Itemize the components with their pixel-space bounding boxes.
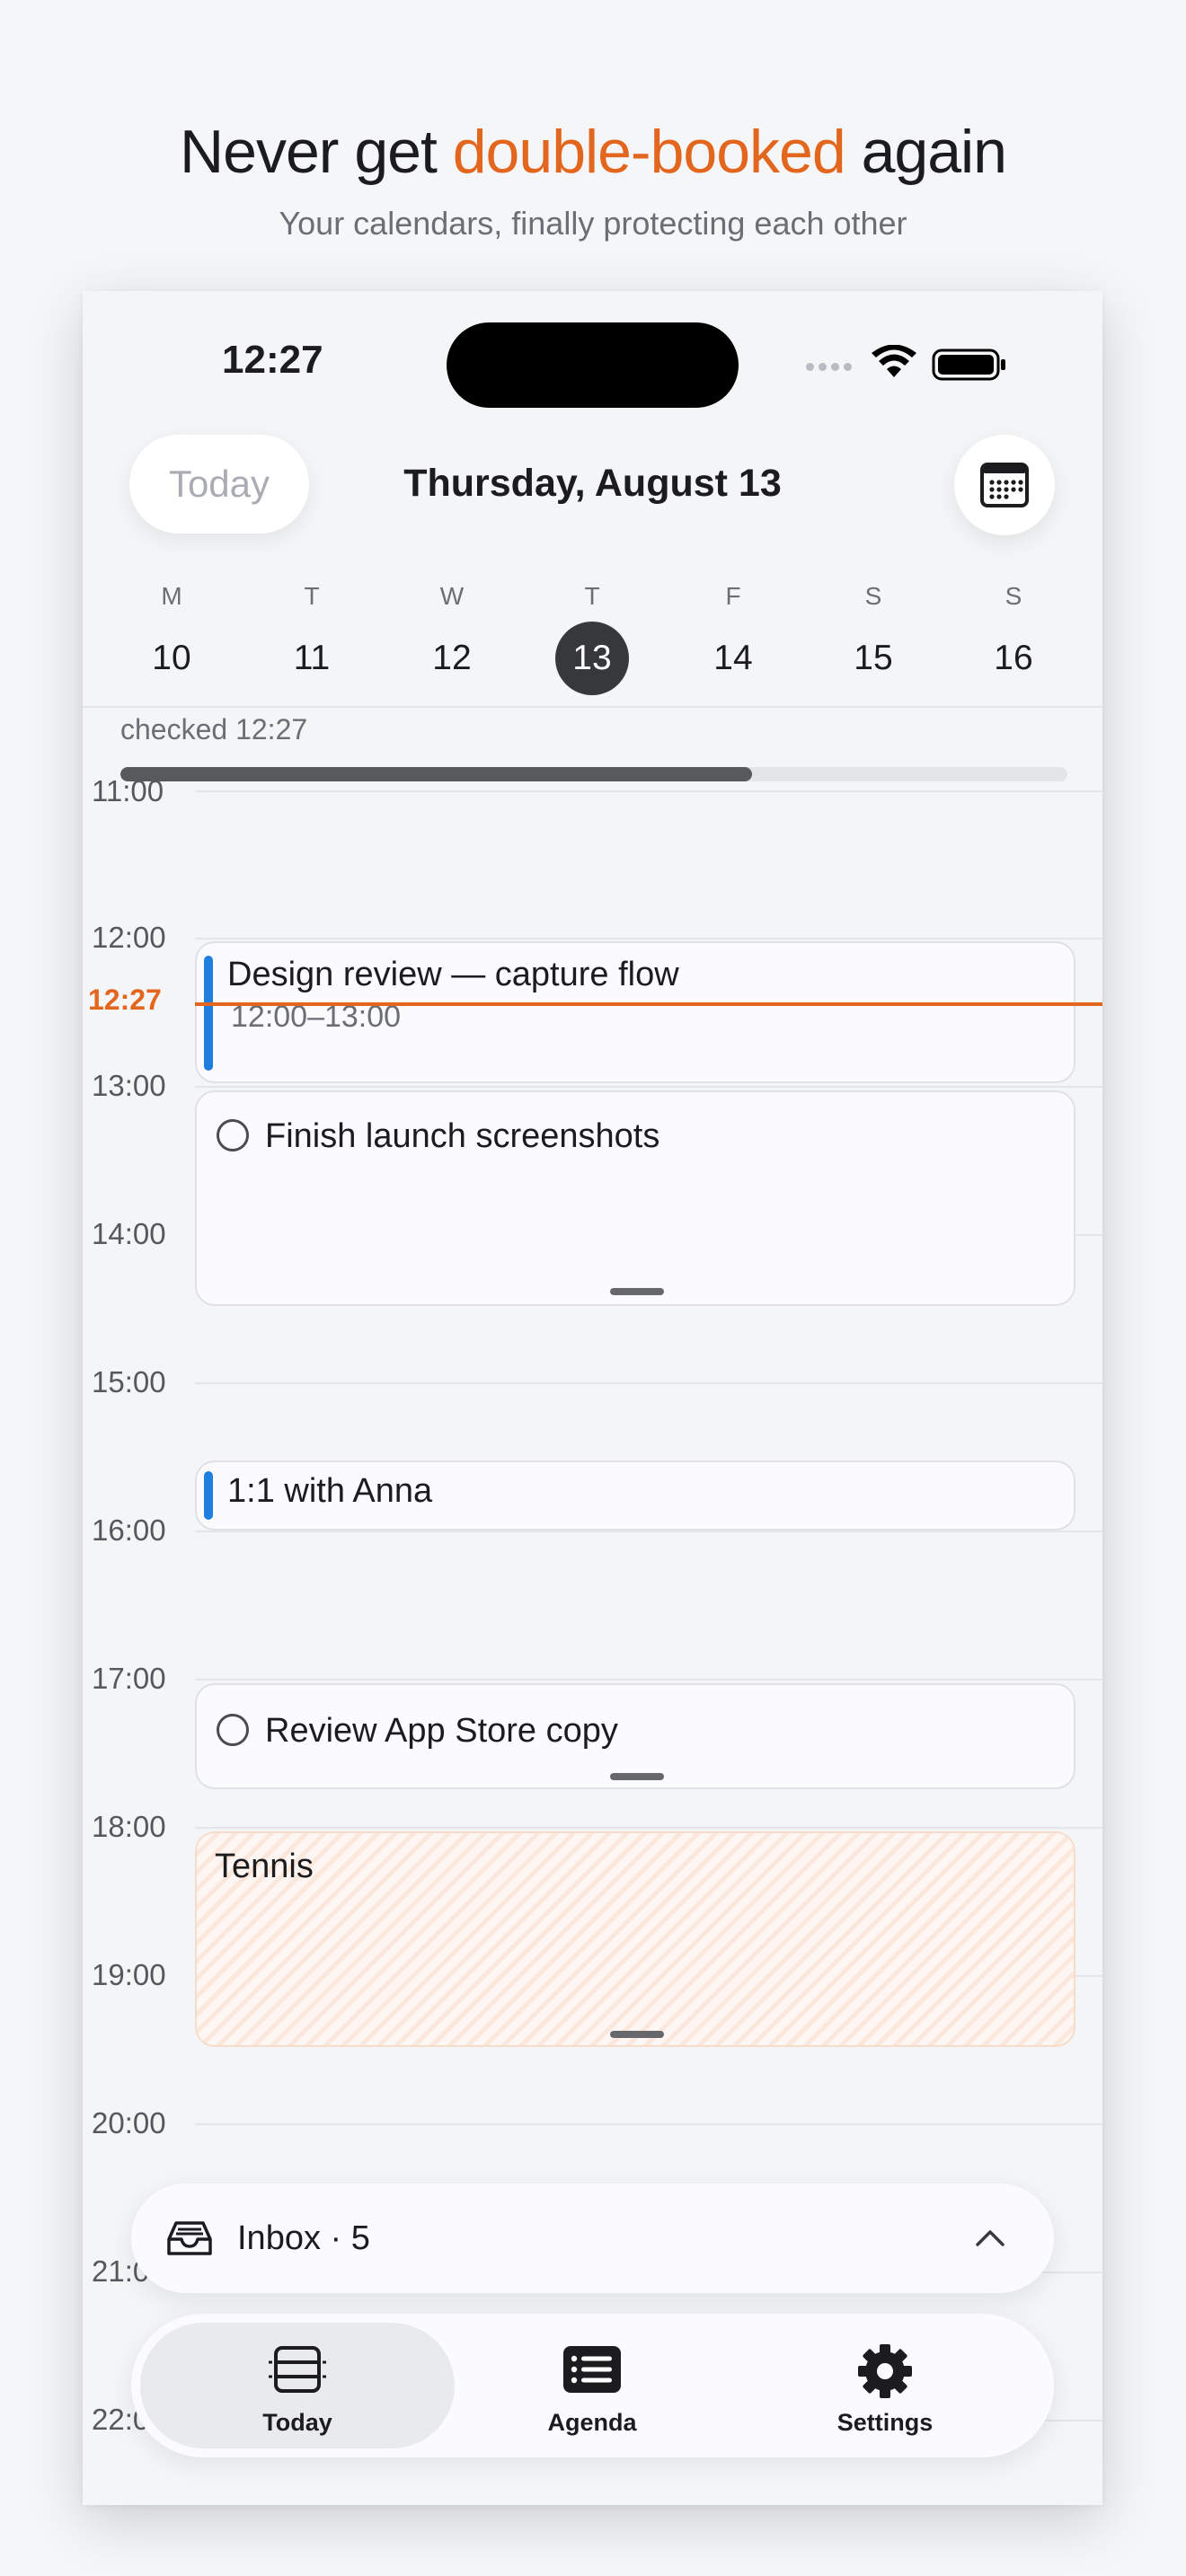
hour-label: 17:00: [92, 1662, 166, 1695]
hour-line: [195, 1827, 1102, 1829]
sync-progress-fill: [120, 767, 753, 781]
hour-line: [195, 938, 1102, 940]
calendar-picker-button[interactable]: [954, 435, 1055, 535]
day-column[interactable]: T 11: [258, 577, 366, 695]
resize-handle[interactable]: [610, 2031, 664, 2038]
inbox-tray-icon: [167, 2221, 212, 2255]
hour-label: 16:00: [92, 1513, 166, 1547]
day-number: 10: [152, 639, 191, 677]
day-number: 11: [293, 639, 331, 677]
day-letter: S: [864, 582, 882, 610]
resize-handle[interactable]: [610, 1288, 664, 1295]
inbox-label: Inbox · 5: [237, 2219, 370, 2257]
day-letter: M: [161, 582, 182, 610]
day-number: 12: [432, 639, 472, 677]
hour-line: [195, 790, 1102, 792]
current-time-label: 12:27: [88, 984, 162, 1016]
day-number: 14: [713, 639, 753, 677]
hour-line: [195, 1531, 1102, 1532]
day-column[interactable]: F 14: [679, 577, 787, 695]
day-number: 13: [555, 622, 629, 695]
marketing-subheadline: Your calendars, finally protecting each …: [279, 205, 907, 242]
event-card-calendar[interactable]: Design review — capture flow 12:00–13:00: [195, 941, 1075, 1083]
event-card-calendar[interactable]: 1:1 with Anna: [195, 1460, 1075, 1531]
chevron-up-icon[interactable]: [974, 2227, 1006, 2248]
sync-status-label: checked 12:27: [120, 713, 308, 745]
status-indicators: [806, 345, 1102, 381]
day-column[interactable]: S 16: [960, 577, 1067, 695]
wifi-icon: [872, 345, 916, 377]
signal-dots-icon: [806, 359, 856, 375]
day-number: 16: [994, 639, 1033, 677]
task-title: Review App Store copy: [265, 1712, 618, 1750]
dynamic-island: [447, 322, 739, 408]
hour-line: [195, 1086, 1102, 1088]
tab-today[interactable]: Today: [140, 2323, 455, 2448]
tab-agenda[interactable]: Agenda: [435, 2323, 749, 2448]
resize-handle[interactable]: [610, 1773, 664, 1780]
status-time: 12:27: [222, 338, 323, 382]
day-letter: W: [439, 582, 465, 610]
event-title: 1:1 with Anna: [227, 1472, 433, 1510]
today-list-icon: [269, 2346, 326, 2393]
task-checkbox-circle-icon[interactable]: [217, 1119, 249, 1151]
inbox-drawer[interactable]: Inbox · 5: [131, 2183, 1054, 2293]
today-button[interactable]: Today: [129, 435, 309, 534]
week-strip: M 10 T 11 W 12 T 13 F 14 S 15 S 16: [83, 577, 1102, 702]
day-column[interactable]: S 15: [819, 577, 927, 695]
date-title: Thursday, August 13: [403, 462, 782, 505]
calendar-color-bar: [204, 956, 213, 1071]
tab-settings[interactable]: Settings: [728, 2323, 1042, 2448]
hour-label: 20:00: [92, 2106, 166, 2139]
phone-screen: 12:27 Today Thursday, August 13 M10 T 11…: [83, 291, 1102, 2505]
event-card-task[interactable]: Review App Store copy: [195, 1683, 1075, 1789]
hour-line: [195, 1382, 1102, 1384]
day-letter: F: [725, 582, 741, 610]
hour-line: [195, 1679, 1102, 1681]
hour-label: 15:00: [92, 1365, 166, 1398]
event-card-busy-block[interactable]: Tennis: [195, 1831, 1075, 2047]
day-column[interactable]: W 12: [398, 577, 506, 695]
headline-post: again: [845, 118, 1007, 186]
hour-label: 14:00: [92, 1217, 166, 1250]
calendar-grid-icon: [980, 463, 1029, 507]
tab-bar: Today Agenda Settings: [131, 2314, 1054, 2457]
tab-label: Agenda: [547, 2409, 637, 2436]
current-time-line: [195, 1002, 1102, 1006]
marketing-headline: Never get double-booked again: [0, 117, 1186, 187]
day-letter: T: [584, 582, 600, 610]
battery-icon: [932, 348, 1005, 381]
day-letter: T: [304, 582, 320, 610]
task-title: Finish launch screenshots: [265, 1117, 660, 1155]
calendar-color-bar: [204, 1471, 213, 1520]
event-card-task[interactable]: Finish launch screenshots: [195, 1090, 1075, 1306]
task-checkbox-circle-icon[interactable]: [217, 1714, 249, 1746]
headline-pre: Never get: [180, 118, 453, 186]
hour-label: 12:00: [92, 921, 166, 954]
headline-accent: double-booked: [452, 118, 846, 186]
hour-label: 19:00: [92, 1958, 166, 1991]
week-divider: [83, 706, 1102, 708]
agenda-list-icon: [563, 2346, 621, 2393]
hour-line: [195, 2123, 1102, 2125]
sync-progress-bar: [120, 767, 1067, 781]
tab-label: Today: [262, 2409, 332, 2436]
tab-label: Settings: [836, 2409, 934, 2436]
hour-label: 18:00: [92, 1810, 166, 1843]
gear-icon: [858, 2344, 912, 2398]
event-title: Design review — capture flow: [227, 956, 679, 993]
hour-label: 11:00: [92, 774, 164, 807]
day-number: 15: [854, 639, 893, 677]
day-column[interactable]: M 10: [118, 577, 226, 695]
hour-label: 13:00: [92, 1069, 166, 1102]
event-title: Tennis: [215, 1848, 314, 1885]
day-letter: S: [1005, 582, 1022, 610]
day-column-selected[interactable]: T 13: [538, 577, 646, 695]
